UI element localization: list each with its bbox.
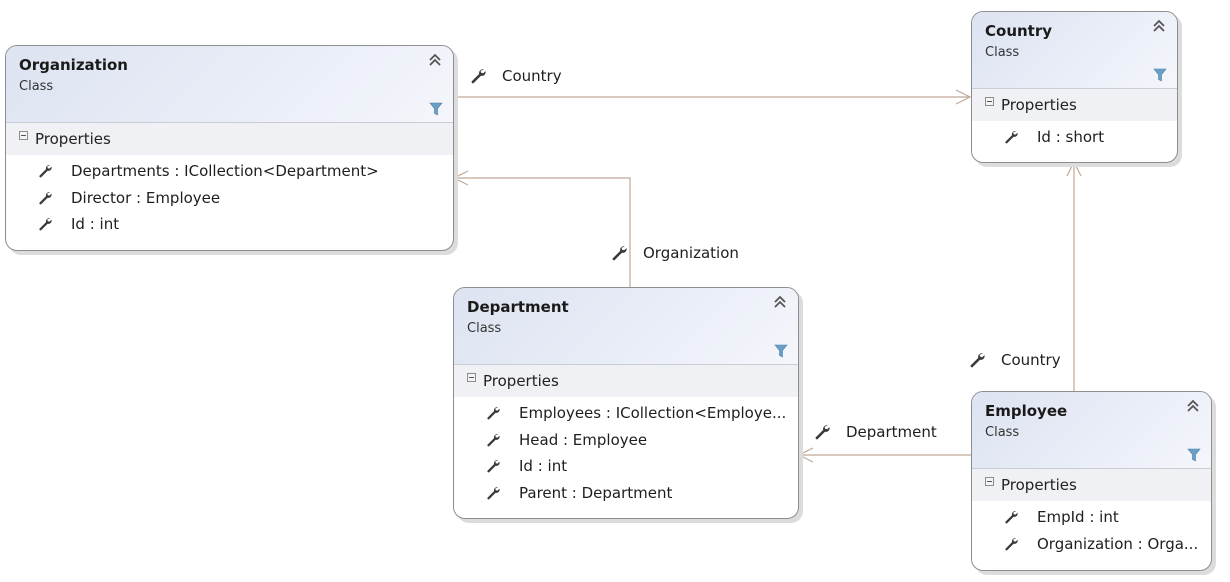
- association-label-department-organization[interactable]: Organization: [611, 244, 739, 262]
- double-chevron-up-icon[interactable]: [1151, 18, 1167, 34]
- double-chevron-up-icon[interactable]: [427, 52, 443, 68]
- property-text: Organization : Orga...: [1037, 534, 1199, 553]
- wrench-icon: [487, 407, 500, 420]
- property-list: Employees : ICollection<Employe... Head …: [454, 397, 798, 506]
- class-name: Country: [985, 22, 1053, 40]
- properties-section-header[interactable]: Properties: [972, 469, 1211, 501]
- wrench-icon: [815, 425, 830, 440]
- property-item[interactable]: Director : Employee: [6, 185, 453, 212]
- wrench-icon: [471, 69, 486, 84]
- funnel-icon[interactable]: [1187, 448, 1201, 462]
- wrench-icon: [1005, 537, 1018, 551]
- property-text: Director : Employee: [71, 188, 221, 207]
- property-item[interactable]: EmpId : int: [972, 504, 1211, 531]
- minus-box-icon[interactable]: [985, 476, 994, 486]
- section-title: Properties: [1001, 476, 1077, 494]
- class-header[interactable]: Organization Class: [6, 46, 453, 123]
- property-list: EmpId : int Organization : Orga...: [972, 501, 1211, 557]
- property-list: Id : short: [972, 121, 1177, 151]
- property-text: Id : int: [519, 457, 568, 476]
- class-header[interactable]: Department Class: [454, 288, 798, 365]
- association-label-text: Department: [846, 423, 937, 441]
- minus-box-icon[interactable]: [985, 96, 994, 106]
- property-item[interactable]: Head : Employee: [454, 427, 798, 454]
- funnel-icon[interactable]: [1153, 68, 1167, 82]
- property-item[interactable]: Departments : ICollection<Department>: [6, 158, 453, 185]
- properties-section-header[interactable]: Properties: [6, 123, 453, 155]
- minus-box-icon[interactable]: [19, 130, 28, 140]
- property-text: Employees : ICollection<Employe...: [519, 404, 787, 423]
- funnel-icon[interactable]: [429, 102, 443, 116]
- section-title: Properties: [483, 372, 559, 390]
- class-stereotype: Class: [19, 79, 54, 94]
- class-shape-department[interactable]: Department Class Properties Employees : …: [453, 287, 799, 519]
- connector-organization-country[interactable]: [453, 89, 972, 105]
- wrench-icon: [39, 191, 52, 205]
- class-shape-organization[interactable]: Organization Class Properties Department…: [5, 45, 454, 251]
- wrench-icon: [1005, 511, 1018, 524]
- property-text: Departments : ICollection<Department>: [71, 162, 379, 181]
- class-name: Organization: [19, 56, 128, 74]
- class-header[interactable]: Country Class: [972, 12, 1177, 89]
- class-shape-country[interactable]: Country Class Properties Id : short: [971, 11, 1178, 163]
- connector-employee-department[interactable]: [797, 447, 971, 463]
- property-list: Departments : ICollection<Department> Di…: [6, 155, 453, 238]
- wrench-icon: [970, 353, 985, 368]
- association-label-organization-country[interactable]: Country: [470, 67, 562, 85]
- wrench-icon: [39, 218, 52, 231]
- property-item[interactable]: Id : int: [6, 211, 453, 238]
- property-item[interactable]: Employees : ICollection<Employe...: [454, 400, 798, 427]
- properties-section-header[interactable]: Properties: [972, 89, 1177, 121]
- property-item[interactable]: Id : int: [454, 453, 798, 480]
- association-label-employee-country[interactable]: Country: [969, 351, 1061, 369]
- connector-employee-country[interactable]: [1066, 160, 1082, 391]
- association-label-employee-department[interactable]: Department: [814, 423, 937, 441]
- wrench-icon: [1005, 131, 1018, 144]
- class-stereotype: Class: [467, 321, 502, 336]
- class-name: Department: [467, 298, 569, 316]
- section-title: Properties: [1001, 96, 1077, 114]
- property-text: Head : Employee: [519, 430, 648, 449]
- class-shape-employee[interactable]: Employee Class Properties EmpId : int Or…: [971, 391, 1212, 571]
- property-item[interactable]: Organization : Orga...: [972, 531, 1211, 558]
- property-item[interactable]: Id : short: [972, 124, 1177, 151]
- property-text: Parent : Department: [519, 483, 673, 502]
- double-chevron-up-icon[interactable]: [1185, 398, 1201, 414]
- association-label-text: Organization: [643, 244, 739, 262]
- class-name: Employee: [985, 402, 1068, 420]
- property-text: Id : short: [1037, 128, 1105, 147]
- class-stereotype: Class: [985, 425, 1020, 440]
- wrench-icon: [487, 433, 500, 447]
- property-text: Id : int: [71, 215, 120, 234]
- class-stereotype: Class: [985, 45, 1020, 60]
- wrench-icon: [39, 165, 52, 178]
- property-item[interactable]: Parent : Department: [454, 480, 798, 507]
- connector-department-organization[interactable]: [452, 170, 631, 287]
- class-header[interactable]: Employee Class: [972, 392, 1211, 469]
- wrench-icon: [487, 460, 500, 473]
- association-label-text: Country: [502, 67, 562, 85]
- section-title: Properties: [35, 130, 111, 148]
- wrench-icon: [487, 486, 500, 500]
- funnel-icon[interactable]: [774, 344, 788, 358]
- wrench-icon: [612, 246, 627, 261]
- minus-box-icon[interactable]: [467, 372, 476, 382]
- double-chevron-up-icon[interactable]: [772, 294, 788, 310]
- association-label-text: Country: [1001, 351, 1061, 369]
- properties-section-header[interactable]: Properties: [454, 365, 798, 397]
- property-text: EmpId : int: [1037, 508, 1119, 527]
